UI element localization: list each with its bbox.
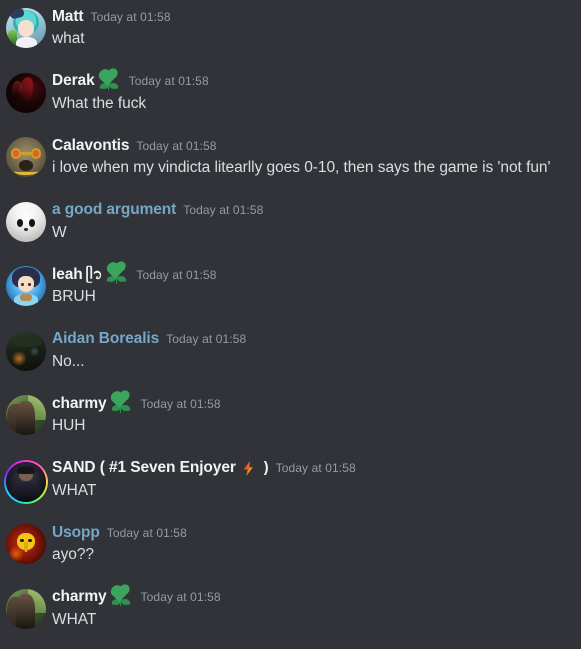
message-content: No... [52,351,573,372]
green-heart-leaves-icon [112,588,130,606]
avatar-container [0,327,52,371]
message-header: Aidan Borealis Today at 01:58 [52,329,573,350]
message-row[interactable]: Derak Today at 01:58What the fuck [0,69,581,134]
message-timestamp: Today at 01:58 [90,7,170,27]
message-timestamp: Today at 01:58 [107,523,187,543]
message-header: SAND ( #1 Seven Enjoyer) Today at 01:58 [52,458,573,479]
message-timestamp: Today at 01:58 [129,71,209,91]
avatar-image-charmy [6,395,46,435]
message-header: charmy Today at 01:58 [52,393,573,414]
avatar-container [0,4,52,48]
message-header: leahᥫ᭡ Today at 01:58 [52,264,573,285]
avatar[interactable] [6,137,46,177]
avatar-image-pug [6,137,46,177]
message-username[interactable]: leah [52,265,83,285]
avatar-container [0,133,52,177]
message-body: charmy Today at 01:58HUH [52,391,573,436]
message-body: a good argument Today at 01:58W [52,198,573,243]
message-username[interactable]: Aidan Borealis [52,329,159,349]
avatar[interactable] [6,73,46,113]
green-heart-leaves-icon [107,266,125,284]
avatar-image-sand [6,462,46,502]
message-username[interactable]: Usopp [52,523,100,543]
message-header: a good argument Today at 01:58 [52,200,573,221]
message-content: BRUH [52,286,573,307]
avatar-image-white-hamster [6,202,46,242]
avatar-image-dark-red [6,73,46,113]
message-timestamp: Today at 01:58 [141,394,221,414]
message-content: what [52,28,573,49]
green-heart-leaves-icon [100,72,118,90]
avatar[interactable] [6,266,46,306]
avatar-container [0,198,52,242]
message-timestamp: Today at 01:58 [183,200,263,220]
chat-message-list[interactable]: MattToday at 01:58whatDerakToday at 01:5… [0,0,581,644]
message-row[interactable]: Matt Today at 01:58what [0,4,581,69]
avatar-container [0,262,52,306]
avatar-image-outdoor [6,331,46,371]
message-content: What the fuck [52,93,573,114]
message-username[interactable]: a good argument [52,200,176,220]
message-content: WHAT [52,609,573,630]
message-row[interactable]: charmy Today at 01:58WHAT [0,585,581,649]
message-row[interactable]: charmy Today at 01:58HUH [0,391,581,456]
message-header: Derak Today at 01:58 [52,71,573,92]
message-timestamp: Today at 01:58 [136,136,216,156]
message-content: WHAT [52,480,573,501]
lightning-bolt-icon [240,460,257,477]
message-timestamp: Today at 01:58 [166,329,246,349]
message-content: ayo?? [52,544,573,565]
message-header: charmy Today at 01:58 [52,587,573,608]
message-body: Calavontis Today at 01:58i love when my v… [52,133,573,178]
avatar[interactable] [6,331,46,371]
message-body: Matt Today at 01:58what [52,4,573,49]
message-header: Calavontis Today at 01:58 [52,135,573,156]
message-body: Derak Today at 01:58What the fuck [52,69,573,114]
avatar[interactable] [4,460,48,504]
avatar-container [0,391,52,435]
message-timestamp: Today at 01:58 [141,587,221,607]
message-username[interactable]: charmy [52,587,107,607]
message-content: i love when my vindicta litearlly goes 0… [52,157,573,178]
avatar-image-miku [6,8,46,48]
avatar-image-usopp [6,524,46,564]
message-body: Usopp Today at 01:58ayo?? [52,520,573,565]
message-content: HUH [52,415,573,436]
message-timestamp: Today at 01:58 [136,265,216,285]
message-body: charmy Today at 01:58WHAT [52,585,573,630]
avatar-image-charmy [6,589,46,629]
message-row[interactable]: Usopp Today at 01:58ayo?? [0,520,581,585]
message-timestamp: Today at 01:58 [276,458,356,478]
avatar[interactable] [6,202,46,242]
message-row[interactable]: Aidan Borealis Today at 01:58No... [0,327,581,392]
message-username[interactable]: Calavontis [52,136,129,156]
message-body: Aidan Borealis Today at 01:58No... [52,327,573,372]
message-content: W [52,222,573,243]
avatar[interactable] [6,395,46,435]
message-body: SAND ( #1 Seven Enjoyer) Today at 01:58WH… [52,456,573,501]
message-row[interactable]: a good argument Today at 01:58W [0,198,581,263]
avatar[interactable] [6,589,46,629]
message-username[interactable]: Derak [52,71,95,91]
username-decoration: ᥫ᭡ [86,265,103,285]
avatar-image-anime-girl [6,266,46,306]
message-header: Usopp Today at 01:58 [52,522,573,543]
avatar-inner [6,462,46,502]
avatar[interactable] [6,524,46,564]
message-username[interactable]: SAND ( #1 Seven Enjoyer [52,458,236,478]
message-row[interactable]: Calavontis Today at 01:58i love when my v… [0,133,581,198]
message-username[interactable]: Matt [52,7,83,27]
message-username[interactable]: charmy [52,394,107,414]
username-decoration: ) [264,458,269,478]
green-heart-leaves-icon [112,395,130,413]
message-row[interactable]: SAND ( #1 Seven Enjoyer) Today at 01:58WH… [0,456,581,521]
avatar-container [0,520,52,564]
avatar-container [0,585,52,629]
avatar-container [0,69,52,113]
message-row[interactable]: leahᥫ᭡ Today at 01:58BRUH [0,262,581,327]
message-header: Matt Today at 01:58 [52,6,573,27]
avatar-container [0,456,52,504]
avatar[interactable] [6,8,46,48]
message-body: leahᥫ᭡ Today at 01:58BRUH [52,262,573,307]
